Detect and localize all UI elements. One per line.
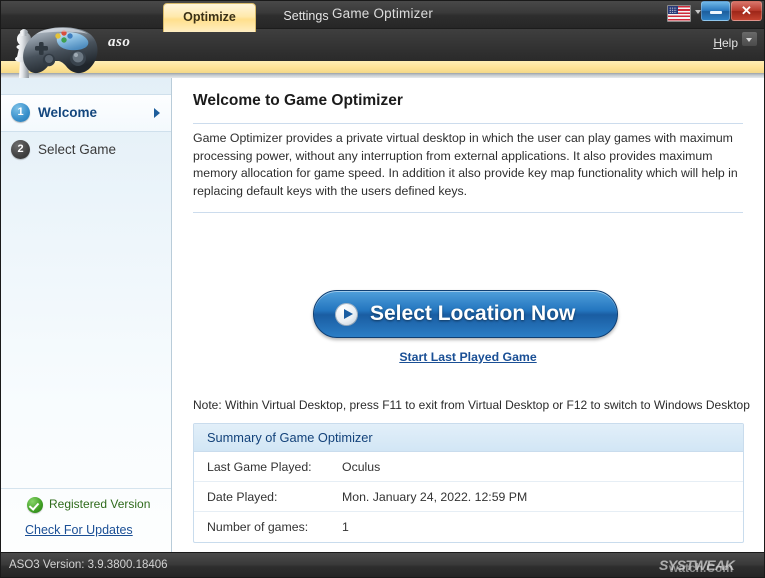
chevron-right-icon <box>154 108 160 118</box>
table-row: Number of games: 1 <box>194 512 743 542</box>
version-label: ASO3 Version: 3.9.3800.18406 <box>9 553 168 578</box>
help-chevron-down-icon[interactable] <box>742 32 757 46</box>
divider-top <box>193 123 743 124</box>
accent-band <box>0 61 765 73</box>
window-title: Game Optimizer <box>0 0 765 28</box>
virtual-desktop-note: Note: Within Virtual Desktop, press F11 … <box>193 398 753 412</box>
row-value: 1 <box>342 512 349 542</box>
registered-label: Registered Version <box>49 497 150 511</box>
check-for-updates-link[interactable]: Check For Updates <box>25 523 133 537</box>
summary-panel: Summary of Game Optimizer Last Game Play… <box>193 423 744 543</box>
minimize-button[interactable] <box>701 1 730 21</box>
divider-bottom <box>193 212 743 213</box>
start-last-played-game-link[interactable]: Start Last Played Game <box>172 350 764 364</box>
step-number-2: 2 <box>11 140 30 159</box>
tab-settings[interactable]: Settings <box>258 3 354 32</box>
sidebar: 1 Welcome 2 Select Game Registered Versi… <box>1 78 172 552</box>
row-value: Mon. January 24, 2022. 12:59 PM <box>342 482 527 512</box>
game-optimizer-window: Game Optimizer ✕ Optimize Settings aso H… <box>0 0 765 578</box>
row-key: Last Game Played: <box>207 452 312 482</box>
help-label-rest: elp <box>722 36 738 50</box>
main-content: Welcome to Game Optimizer Game Optimizer… <box>172 78 764 552</box>
sidebar-item-select-game[interactable]: 2 Select Game <box>1 132 171 168</box>
sidebar-item-label: Welcome <box>38 95 97 131</box>
select-location-label: Select Location Now <box>370 291 575 337</box>
watermark: SYSTWEAK watch.Com <box>659 556 759 576</box>
tab-optimize[interactable]: Optimize <box>163 3 256 32</box>
page-title: Welcome to Game Optimizer <box>193 92 403 110</box>
step-number-1: 1 <box>11 103 30 122</box>
watermark-primary: SYSTWEAK <box>659 557 734 573</box>
sidebar-item-label: Select Game <box>38 132 116 168</box>
registered-status: Registered Version <box>1 488 171 521</box>
brand-logo-text: aso <box>108 34 130 51</box>
row-key: Number of games: <box>207 512 308 542</box>
title-bar: Game Optimizer <box>0 0 765 29</box>
play-icon <box>335 303 358 326</box>
sidebar-item-welcome[interactable]: 1 Welcome <box>1 94 171 132</box>
status-bar: ASO3 Version: 3.9.3800.18406 SYSTWEAK wa… <box>0 552 765 578</box>
us-flag-icon[interactable] <box>667 5 691 22</box>
row-key: Date Played: <box>207 482 277 512</box>
table-row: Last Game Played: Oculus <box>194 452 743 482</box>
row-value: Oculus <box>342 452 380 482</box>
table-row: Date Played: Mon. January 24, 2022. 12:5… <box>194 482 743 512</box>
select-location-button[interactable]: Select Location Now <box>313 290 618 338</box>
help-accelerator: H <box>713 36 722 50</box>
intro-paragraph: Game Optimizer provides a private virtua… <box>193 130 745 200</box>
help-menu[interactable]: Help <box>713 36 738 50</box>
close-button[interactable]: ✕ <box>731 1 762 21</box>
check-circle-icon <box>27 497 43 513</box>
summary-title: Summary of Game Optimizer <box>194 424 743 452</box>
watermark-secondary: watch.Com <box>669 561 733 575</box>
